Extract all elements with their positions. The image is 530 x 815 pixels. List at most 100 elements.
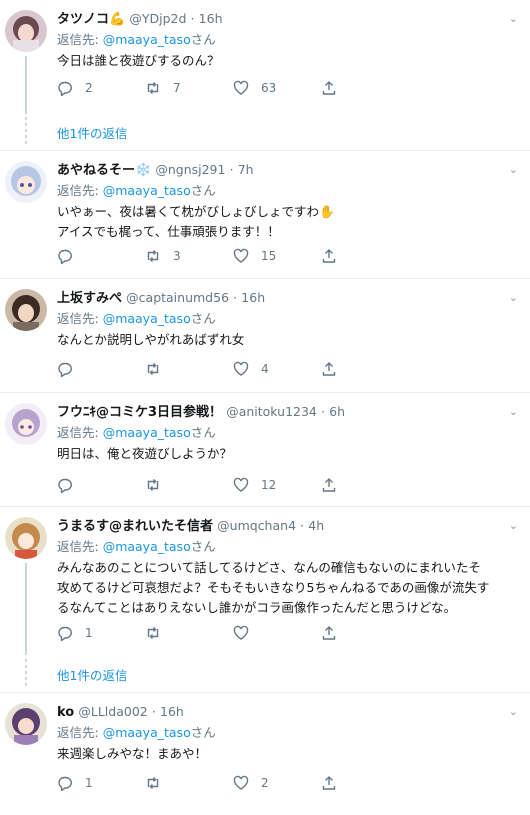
timestamp[interactable]: 4h bbox=[308, 518, 324, 533]
avatar[interactable] bbox=[5, 403, 47, 445]
like-button[interactable]: 2 bbox=[233, 773, 269, 793]
retweet-button[interactable] bbox=[145, 359, 173, 379]
mention-link[interactable]: @maaya_taso bbox=[103, 183, 191, 198]
share-button[interactable] bbox=[321, 359, 337, 379]
share-button[interactable] bbox=[321, 475, 337, 495]
retweet-button[interactable] bbox=[145, 475, 173, 495]
mention-link[interactable]: @maaya_taso bbox=[103, 32, 191, 47]
mention-link[interactable]: @maaya_taso bbox=[103, 425, 191, 440]
tweet-text-line: アイスでも梶って、仕事頑張ります！！ bbox=[57, 224, 280, 239]
tweet[interactable]: タツノコ💪 @YDjp2d · 16h ⌄ 返信先: @maaya_tasoさん… bbox=[0, 0, 530, 120]
display-name[interactable]: うまるす@まれいたそ信者 bbox=[57, 519, 213, 534]
reply-suffix: さん bbox=[190, 425, 216, 440]
handle[interactable]: @anitoku1234 bbox=[226, 404, 317, 419]
avatar[interactable] bbox=[5, 161, 47, 203]
tweet[interactable]: 上坂すみぺ @captainumd56 · 16h ⌄ 返信先: @maaya_… bbox=[0, 279, 530, 393]
reply-button[interactable] bbox=[57, 475, 85, 495]
thread-dots bbox=[25, 117, 27, 147]
mention-link[interactable]: @maaya_taso bbox=[103, 311, 191, 326]
avatar-dark-hair-icon bbox=[5, 289, 47, 331]
display-name[interactable]: あやねるそー bbox=[57, 163, 135, 178]
avatar-blue-hair-icon bbox=[5, 161, 47, 203]
avatar[interactable] bbox=[5, 703, 47, 745]
like-button[interactable]: 12 bbox=[233, 475, 276, 495]
reply-button[interactable]: 1 bbox=[57, 623, 93, 643]
chevron-down-icon[interactable]: ⌄ bbox=[509, 519, 518, 532]
tweet-text-line: 来週楽しみやな！まあや！ bbox=[57, 746, 208, 761]
avatar[interactable] bbox=[5, 10, 47, 52]
time-separator: · bbox=[229, 162, 234, 177]
display-name[interactable]: フウﾆｷ@コミケ3日目参戦！ bbox=[57, 405, 222, 420]
mention-link[interactable]: @maaya_taso bbox=[103, 539, 191, 554]
tweet-header: うまるす@まれいたそ信者 @umqchan4 · 4h bbox=[57, 517, 500, 536]
tweet-text: いやぁー、夜は暑くて枕がびしょびしょですわ✋ アイスでも梶って、仕事頑張ります！… bbox=[57, 202, 518, 242]
timestamp[interactable]: 16h bbox=[241, 290, 265, 305]
tweet[interactable]: うまるす@まれいたそ信者 @umqchan4 · 4h ⌄ 返信先: @maay… bbox=[0, 507, 530, 657]
time-separator: · bbox=[190, 11, 195, 26]
retweet-button[interactable]: 7 bbox=[145, 78, 181, 98]
action-bar: 3 15 bbox=[57, 246, 357, 266]
chevron-down-icon[interactable]: ⌄ bbox=[509, 705, 518, 718]
retweet-icon bbox=[147, 250, 159, 262]
timestamp[interactable]: 16h bbox=[160, 704, 184, 719]
share-button[interactable] bbox=[321, 78, 337, 98]
reply-prefix: 返信先: bbox=[57, 425, 103, 440]
share-button[interactable] bbox=[321, 773, 337, 793]
reply-icon bbox=[58, 626, 72, 641]
retweet-button[interactable] bbox=[145, 623, 173, 643]
handle[interactable]: @YDjp2d bbox=[129, 11, 186, 26]
share-button[interactable] bbox=[321, 623, 337, 643]
chevron-down-icon[interactable]: ⌄ bbox=[509, 12, 518, 25]
tweet[interactable]: フウﾆｷ@コミケ3日目参戦！ @anitoku1234 · 6h ⌄ 返信先: … bbox=[0, 393, 530, 507]
avatar[interactable] bbox=[5, 517, 47, 559]
more-replies-link[interactable]: 他1件の返信 bbox=[57, 123, 127, 142]
reply-icon bbox=[58, 362, 72, 377]
reply-button[interactable] bbox=[57, 246, 85, 266]
handle[interactable]: @ngnsj291 bbox=[155, 162, 225, 177]
tweet-text-line: いやぁー、夜は暑くて枕がびしょびしょですわ✋ bbox=[57, 204, 335, 219]
retweet-icon bbox=[147, 777, 159, 789]
handle[interactable]: @captainumd56 bbox=[126, 290, 229, 305]
chevron-down-icon[interactable]: ⌄ bbox=[509, 163, 518, 176]
like-count: 2 bbox=[261, 776, 269, 790]
time-separator: · bbox=[321, 404, 326, 419]
retweet-icon bbox=[147, 363, 159, 375]
heart-icon bbox=[233, 625, 249, 640]
reply-to: 返信先: @maaya_tasoさん bbox=[57, 310, 216, 328]
timestamp[interactable]: 6h bbox=[329, 404, 345, 419]
reply-button[interactable] bbox=[57, 359, 85, 379]
display-name[interactable]: 上坂すみぺ bbox=[57, 291, 122, 306]
timestamp[interactable]: 7h bbox=[238, 162, 254, 177]
display-name[interactable]: タツノコ bbox=[57, 12, 109, 27]
reply-button[interactable]: 2 bbox=[57, 78, 93, 98]
chevron-down-icon[interactable]: ⌄ bbox=[509, 291, 518, 304]
like-count: 63 bbox=[261, 81, 277, 95]
avatar[interactable] bbox=[5, 289, 47, 331]
chevron-down-icon[interactable]: ⌄ bbox=[509, 405, 518, 418]
avatar-lavender-hair-icon bbox=[5, 403, 47, 445]
like-button[interactable]: 4 bbox=[233, 359, 269, 379]
reply-suffix: さん bbox=[190, 32, 216, 47]
tweet[interactable]: あやねるそー❄️ @ngnsj291 · 7h ⌄ 返信先: @maaya_ta… bbox=[0, 151, 530, 279]
mention-link[interactable]: @maaya_taso bbox=[103, 725, 191, 740]
share-button[interactable] bbox=[321, 246, 337, 266]
tweet-header: ko @LLlda002 · 16h bbox=[57, 703, 500, 722]
timestamp[interactable]: 16h bbox=[199, 11, 223, 26]
tweet-header: 上坂すみぺ @captainumd56 · 16h bbox=[57, 289, 500, 308]
handle[interactable]: @umqchan4 bbox=[217, 518, 296, 533]
more-replies[interactable]: 他1件の返信 bbox=[0, 655, 530, 693]
retweet-button[interactable]: 3 bbox=[145, 246, 181, 266]
display-name[interactable]: ko bbox=[57, 705, 74, 720]
handle[interactable]: @LLlda002 bbox=[78, 704, 147, 719]
reply-icon bbox=[58, 249, 72, 264]
retweet-button[interactable] bbox=[145, 773, 173, 793]
tweet[interactable]: ko @LLlda002 · 16h ⌄ 返信先: @maaya_tasoさん … bbox=[0, 693, 530, 815]
more-replies[interactable]: 他1件の返信 bbox=[0, 113, 530, 151]
reply-prefix: 返信先: bbox=[57, 539, 103, 554]
reply-button[interactable]: 1 bbox=[57, 773, 93, 793]
like-button[interactable] bbox=[233, 623, 261, 643]
like-button[interactable]: 63 bbox=[233, 78, 276, 98]
reply-to: 返信先: @maaya_tasoさん bbox=[57, 724, 216, 742]
like-button[interactable]: 15 bbox=[233, 246, 276, 266]
more-replies-link[interactable]: 他1件の返信 bbox=[57, 665, 127, 684]
